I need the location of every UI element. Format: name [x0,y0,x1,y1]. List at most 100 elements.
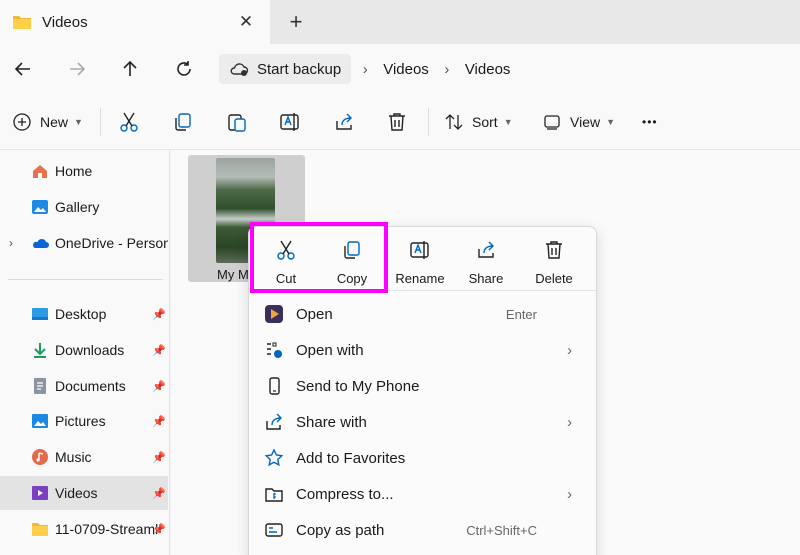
tab-title: Videos [42,13,88,31]
desktop-icon [32,308,48,320]
pictures-icon [32,414,48,428]
menu-item-label: Open with [296,341,364,359]
tab-bar: Videos ✕ + [0,0,800,44]
media-player-icon [265,305,283,323]
chevron-right-icon: › [567,413,572,431]
chevron-right-icon[interactable]: › [9,236,13,250]
chevron-right-icon: › [567,341,572,359]
view-icon [544,115,560,130]
new-label: New [40,114,69,130]
folder-icon [12,14,32,30]
cut-button[interactable] [118,110,140,134]
sidebar-divider [8,279,163,280]
pin-icon[interactable]: 📌 [152,451,166,464]
menu-item-shortcut: Ctrl+Shift+C [466,522,537,538]
menu-item-open-with[interactable]: Open with › [249,332,596,368]
sidebar-item-gallery[interactable]: Gallery [0,190,168,224]
start-backup-label: Start backup [257,60,342,78]
new-tab-button[interactable]: + [284,10,308,34]
menu-item-send-to-phone[interactable]: Send to My Phone [249,368,596,404]
sidebar-item-documents[interactable]: Documents 📌 [0,369,168,403]
breadcrumb-separator[interactable]: › [351,61,379,78]
documents-icon [34,378,46,394]
rename-button[interactable] [279,110,301,134]
sidebar-item-music[interactable]: Music 📌 [0,440,168,474]
chevron-down-icon: ▼ [606,117,616,127]
start-backup-button[interactable]: Start backup [219,54,352,84]
breadcrumb-item[interactable]: Videos [379,61,433,78]
paste-button[interactable] [226,110,248,134]
sidebar-item-downloads[interactable]: Downloads 📌 [0,333,168,367]
pin-icon[interactable]: 📌 [152,487,166,500]
music-icon [32,449,48,465]
menu-item-add-favorites[interactable]: Add to Favorites [249,440,596,476]
pin-icon[interactable]: 📌 [152,344,166,357]
pin-icon[interactable]: 📌 [152,308,166,321]
menu-item-label: Compress to... [296,485,394,503]
sidebar-item-videos[interactable]: Videos 📌 [0,476,168,510]
scissors-icon [120,112,138,132]
paste-icon [228,114,246,132]
arrow-up-icon [123,60,137,76]
address-bar-row: Start backup › Videos › Videos [0,44,800,94]
sort-icon [445,114,463,130]
sidebar-item-onedrive[interactable]: › OneDrive - Persona [0,226,168,260]
chevron-down-icon: ▼ [74,117,83,127]
highlight-box [250,222,388,293]
menu-item-label: Share with [296,413,367,431]
cloud-backup-icon [230,63,249,76]
menu-item-compress[interactable]: Compress to... › [249,476,596,512]
menu-item-share-with[interactable]: Share with › [249,404,596,440]
sort-button[interactable]: Sort ▼ [444,110,513,134]
rename-icon [410,241,429,259]
plus-circle-icon [13,113,31,131]
back-button[interactable] [10,56,36,82]
arrow-left-icon [14,62,30,76]
new-button[interactable]: New ▼ [12,110,83,134]
file-name: My M [217,267,249,282]
breadcrumb-item[interactable]: Videos [461,61,515,78]
view-button[interactable]: View ▼ [543,110,615,134]
forward-button[interactable] [64,56,90,82]
rename-action[interactable]: Rename [387,237,453,293]
downloads-icon [34,343,46,358]
rename-label: Rename [395,271,445,286]
share-action[interactable]: Share [453,237,519,293]
up-button[interactable] [117,56,143,82]
close-tab-icon[interactable]: ✕ [236,12,256,32]
menu-item-copy-as-path[interactable]: Copy as path Ctrl+Shift+C [249,512,596,548]
tab-videos[interactable]: Videos ✕ [0,0,270,44]
sort-label: Sort [472,114,498,130]
more-options-button[interactable]: ••• [642,110,658,134]
trash-icon [389,113,405,131]
pin-icon[interactable]: 📌 [152,380,166,393]
star-icon [264,448,284,467]
sidebar-item-pictures[interactable]: Pictures 📌 [0,404,168,438]
share-icon [266,413,282,430]
refresh-button[interactable] [171,56,197,82]
pin-icon[interactable]: 📌 [152,415,166,428]
delete-button[interactable] [386,110,408,134]
delete-action[interactable]: Delete [521,237,587,293]
view-label: View [570,114,601,130]
arrow-right-icon [70,62,86,76]
breadcrumb-separator[interactable]: › [433,61,461,78]
command-bar: New ▼ Sort ▼ View ▼ ••• [0,94,800,150]
menu-item-open[interactable]: Open Enter [249,296,596,332]
delete-label: Delete [535,271,573,286]
sidebar-item-folder[interactable]: 11-0709-Streaml 📌 [0,512,168,546]
chevron-down-icon: ▼ [503,117,513,127]
toolbar-divider [100,108,101,136]
menu-item-label: Send to My Phone [296,377,420,395]
copy-button[interactable] [172,110,194,134]
home-icon [33,165,47,178]
menu-item-label: Copy as path [296,521,385,539]
sidebar-item-home[interactable]: Home [0,154,168,188]
sidebar-item-desktop[interactable]: Desktop 📌 [0,297,168,331]
pin-icon[interactable]: 📌 [152,523,166,536]
share-button[interactable] [333,110,355,134]
chevron-right-icon: › [567,485,572,503]
trash-icon [546,241,562,259]
gallery-icon [32,200,48,214]
toolbar-divider [428,108,429,136]
